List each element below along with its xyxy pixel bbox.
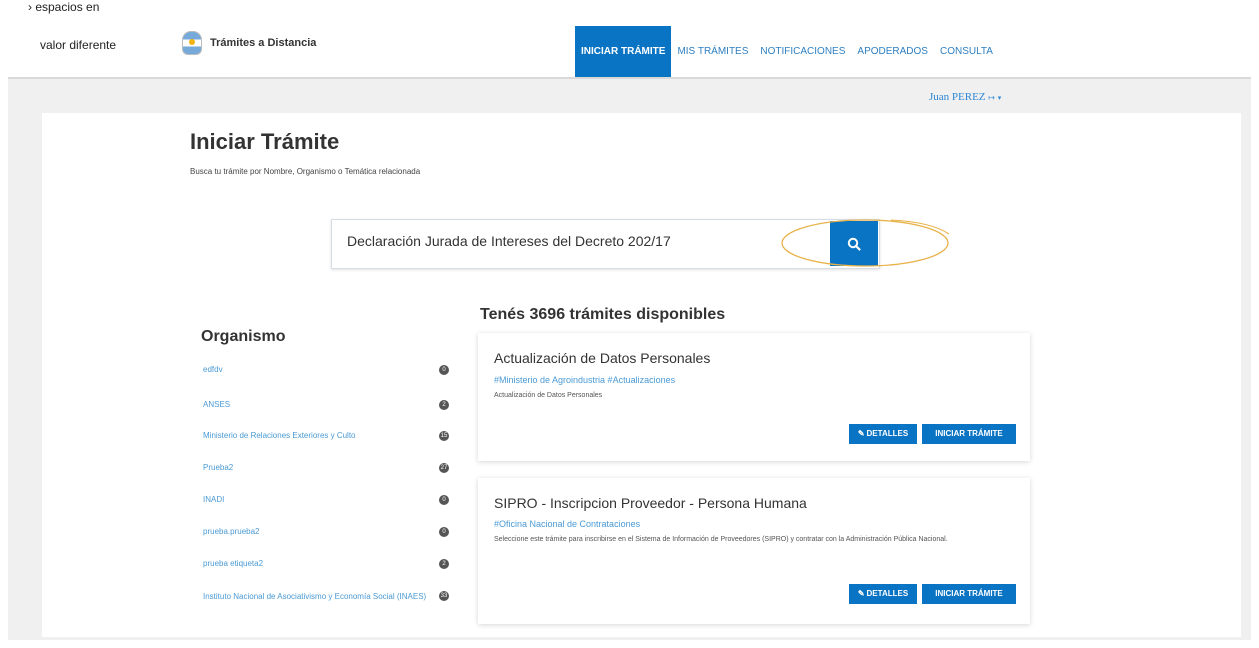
count-badge: 0 bbox=[439, 527, 449, 537]
argentina-shield-icon bbox=[182, 31, 202, 55]
chevron-down-icon: ▾ bbox=[997, 94, 1002, 102]
organismo-item-inaes[interactable]: Instituto Nacional de Asociativismo y Ec… bbox=[203, 590, 433, 604]
count-badge: 27 bbox=[439, 463, 449, 473]
brand-name: Trámites a Distancia bbox=[210, 37, 317, 49]
card-description: Actualización de Datos Personales bbox=[494, 392, 603, 399]
organismo-item-edfdv[interactable]: edfdv bbox=[203, 363, 433, 377]
start-tramite-button[interactable]: INICIAR TRÁMITE bbox=[922, 584, 1016, 604]
card-title[interactable]: SIPRO - Inscripcion Proveedor - Persona … bbox=[494, 495, 807, 511]
organismo-item-prueba2[interactable]: Prueba2 bbox=[203, 461, 433, 475]
organismo-item-relaciones-exteriores[interactable]: Ministerio de Relaciones Exteriores y Cu… bbox=[203, 429, 433, 443]
card-description: Seleccione este trámite para inscribirse… bbox=[494, 536, 948, 543]
count-badge: 15 bbox=[439, 431, 449, 441]
card-title[interactable]: Actualización de Datos Personales bbox=[494, 350, 710, 366]
logout-icon: ↦ bbox=[988, 93, 995, 102]
main-nav: INICIAR TRÁMITE MIS TRÁMITES NOTIFICACIO… bbox=[575, 26, 999, 77]
pencil-icon: ✎ bbox=[857, 429, 865, 438]
nav-mis-tramites[interactable]: MIS TRÁMITES bbox=[671, 26, 754, 77]
count-badge: 0 bbox=[439, 365, 449, 375]
cut-off-text: valor diferente bbox=[40, 38, 117, 52]
search-button[interactable] bbox=[830, 221, 878, 266]
nav-notificaciones[interactable]: NOTIFICACIONES bbox=[754, 26, 851, 77]
user-name: Juan PEREZ bbox=[929, 91, 986, 103]
pencil-icon: ✎ bbox=[857, 589, 865, 598]
details-label: DETALLES bbox=[866, 589, 909, 598]
card-tags[interactable]: #Ministerio de Agroindustria #Actualizac… bbox=[494, 375, 675, 385]
brand[interactable]: Trámites a Distancia bbox=[182, 31, 316, 55]
nav-apoderados[interactable]: APODERADOS bbox=[851, 26, 934, 77]
card-tags[interactable]: #Oficina Nacional de Contrataciones bbox=[494, 519, 640, 529]
results-count-title: Tenés 3696 trámites disponibles bbox=[480, 306, 726, 323]
count-badge: 33 bbox=[439, 591, 449, 601]
search-icon bbox=[847, 237, 861, 251]
organismo-item-inadi[interactable]: INADI bbox=[203, 493, 433, 507]
count-badge: 2 bbox=[439, 559, 449, 569]
details-button[interactable]: ✎ DETALLES bbox=[849, 584, 917, 604]
count-badge: 2 bbox=[439, 400, 449, 410]
organismo-item-prueba-prueba2[interactable]: prueba.prueba2 bbox=[203, 525, 433, 539]
user-menu[interactable]: Juan PEREZ ↦ ▾ bbox=[929, 91, 1001, 103]
nav-consulta[interactable]: CONSULTA bbox=[934, 26, 999, 77]
organismo-item-anses[interactable]: ANSES bbox=[203, 398, 433, 412]
search-input[interactable] bbox=[347, 233, 787, 249]
organismo-title: Organismo bbox=[201, 328, 286, 345]
page-subtitle: Busca tu trámite por Nombre, Organismo o… bbox=[190, 167, 421, 176]
details-label: DETALLES bbox=[866, 429, 909, 438]
organismo-item-prueba-etiqueta2[interactable]: prueba etiqueta2 bbox=[203, 557, 433, 571]
count-badge: 0 bbox=[439, 495, 449, 505]
start-tramite-button[interactable]: INICIAR TRÁMITE bbox=[922, 424, 1016, 444]
page-title: Iniciar Trámite bbox=[190, 129, 340, 154]
nav-iniciar-tramite[interactable]: INICIAR TRÁMITE bbox=[575, 26, 672, 77]
details-button[interactable]: ✎ DETALLES bbox=[849, 424, 917, 444]
cut-off-text: › espacios en bbox=[28, 0, 100, 14]
